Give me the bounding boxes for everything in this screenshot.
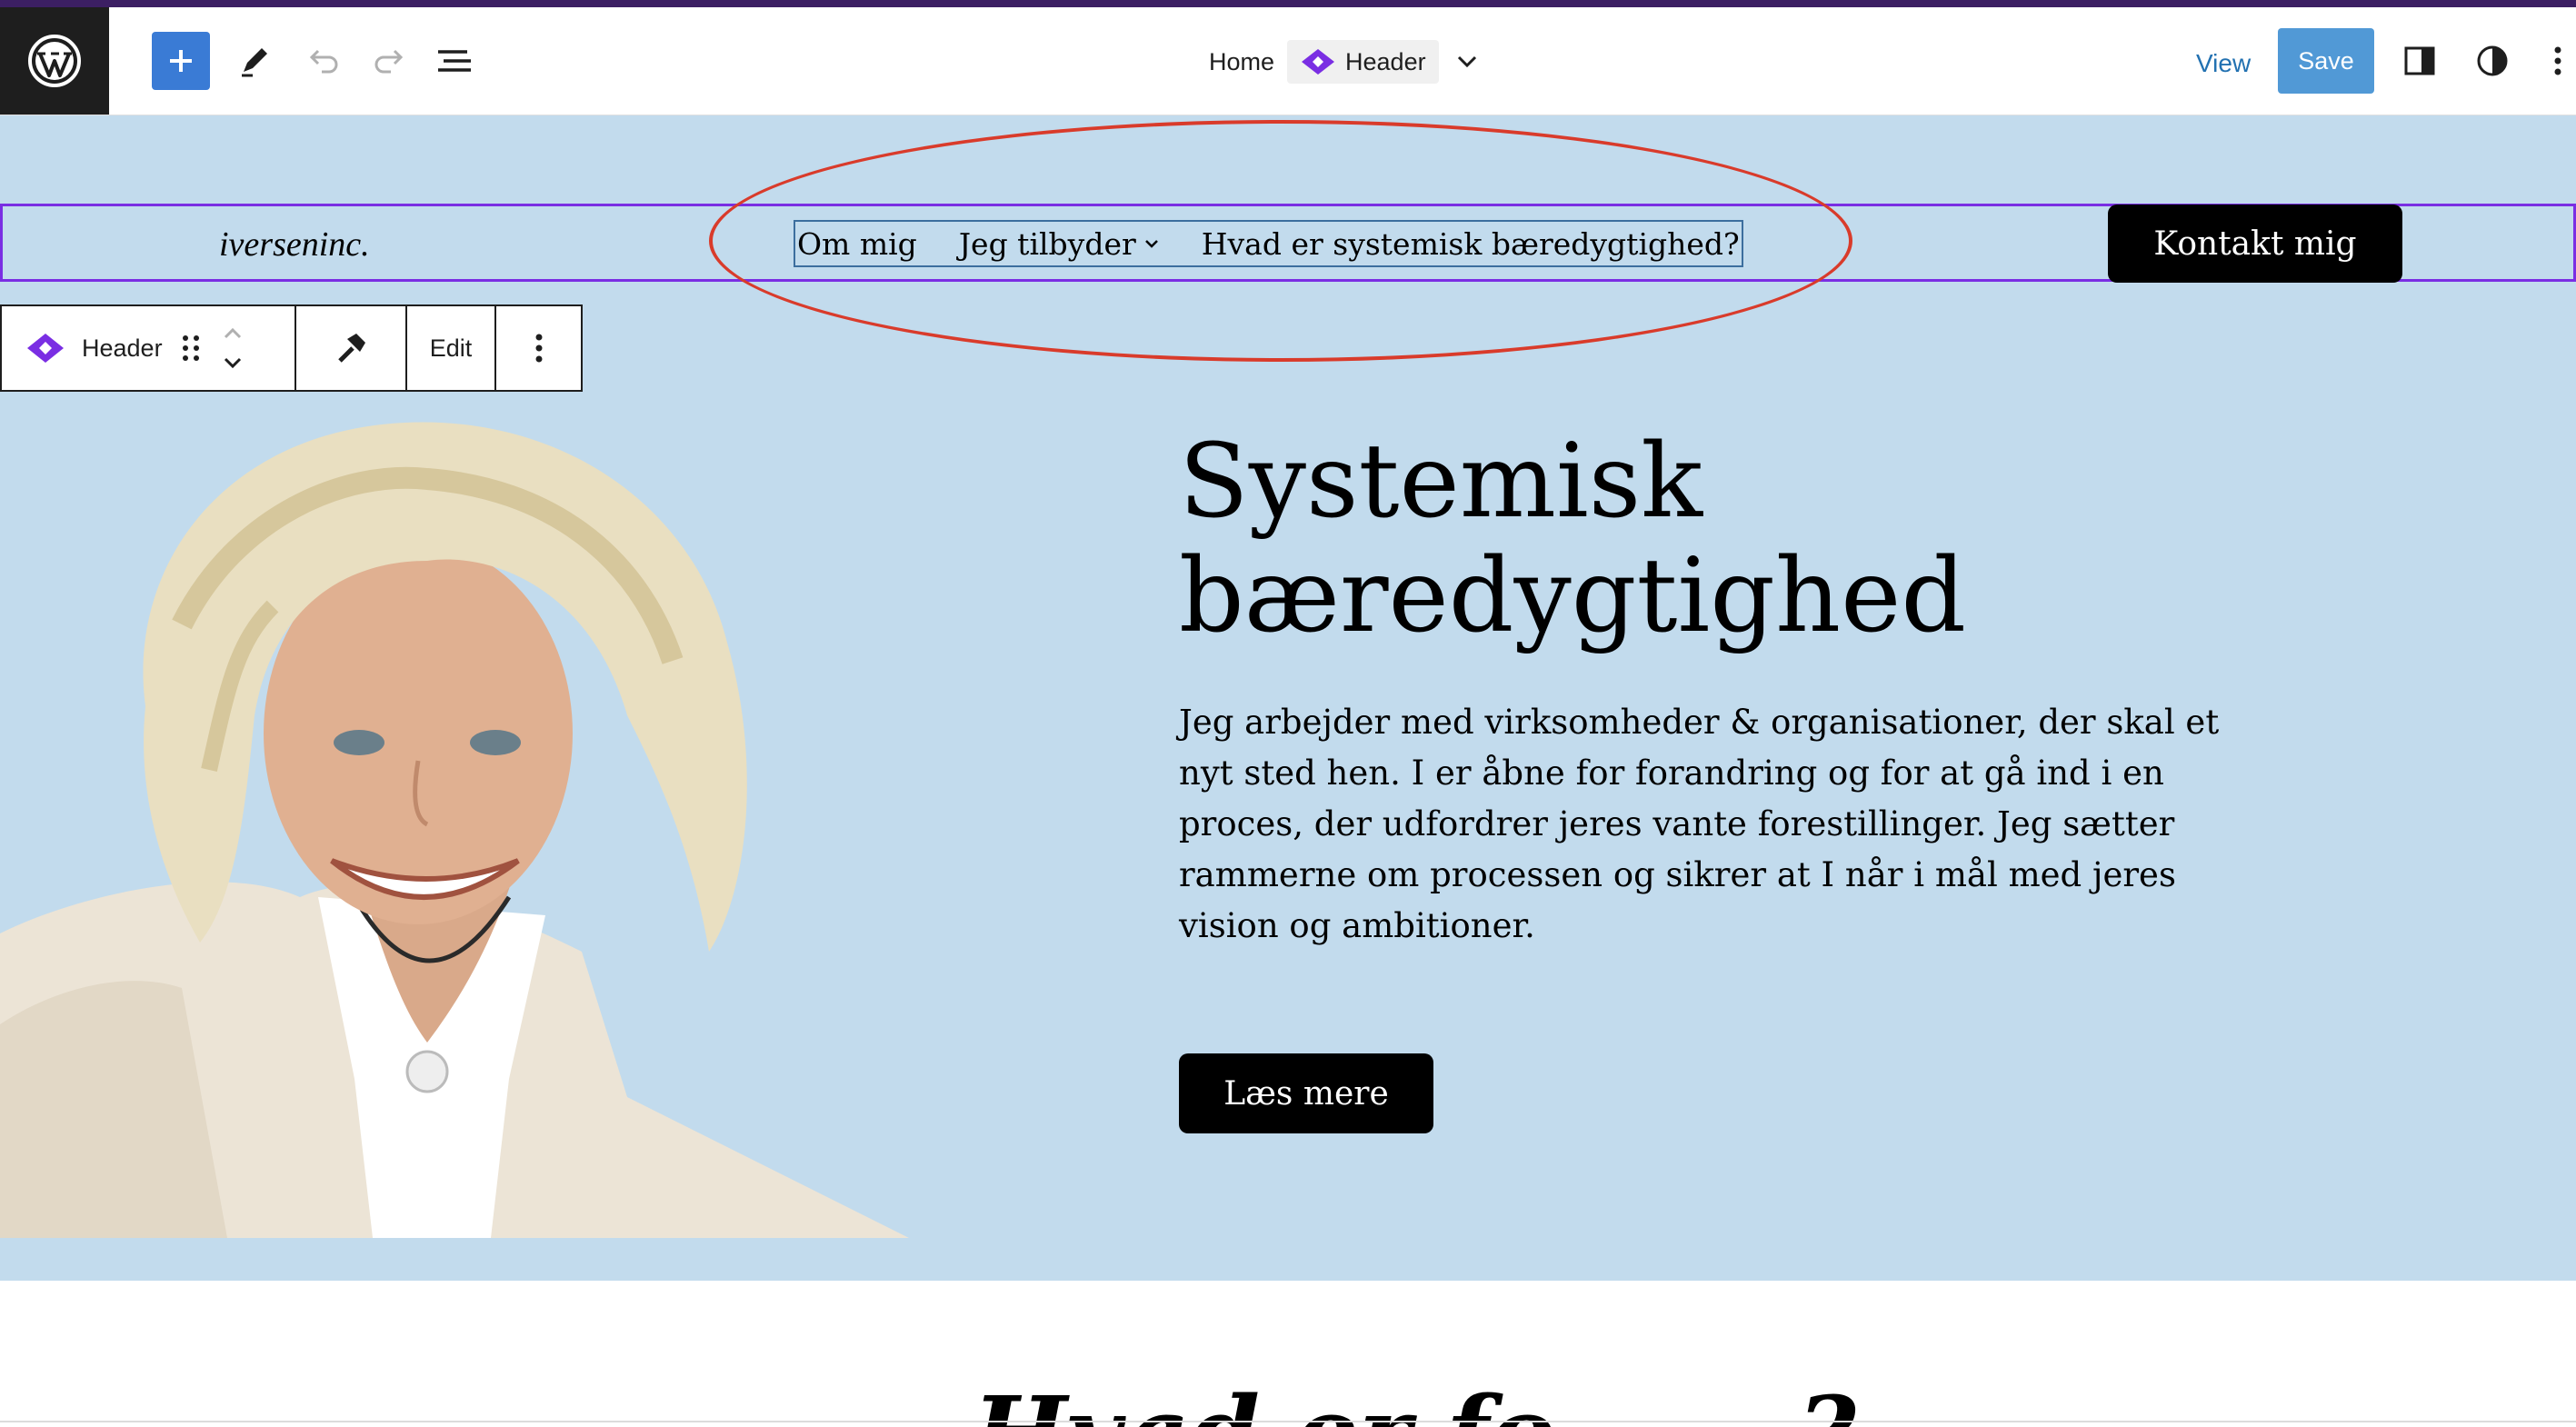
view-link[interactable]: View (2196, 49, 2251, 78)
styles-button[interactable] (2463, 32, 2521, 90)
template-part-icon (27, 334, 64, 363)
nav-item-label: Hvad er systemisk bæredygtighed? (1201, 225, 1740, 262)
edit-label: Edit (429, 334, 473, 362)
redo-icon (374, 49, 404, 74)
block-switcher[interactable]: Header (2, 306, 296, 390)
undo-icon (309, 49, 338, 74)
block-tool-button[interactable] (296, 306, 407, 390)
edit-button[interactable]: Edit (407, 306, 496, 390)
drag-handle-icon[interactable] (179, 332, 203, 364)
navigation-block[interactable]: Om mig Jeg tilbyder Hvad er systemisk bæ… (794, 220, 1743, 267)
nav-item-label: Om mig (797, 225, 917, 262)
settings-sidebar-button[interactable] (2391, 32, 2449, 90)
tools-button[interactable] (225, 32, 284, 90)
hero-section: iverseninc. Om mig Jeg tilbyder Hvad er … (0, 115, 2576, 1281)
pencil-icon (242, 48, 267, 77)
hero-title-line-1: Systemisk (1179, 423, 1703, 541)
hero-title-line-2: bæredygtighed (1179, 537, 1967, 655)
more-vertical-icon (535, 334, 542, 363)
editor-toolbar: Home Header View Save (0, 7, 2576, 115)
add-block-button[interactable] (152, 32, 210, 90)
divider (0, 1421, 2576, 1422)
block-options-button[interactable] (496, 306, 581, 390)
portrait-photo (0, 422, 909, 1238)
options-button[interactable] (2540, 32, 2576, 90)
breadcrumb-template-label: Header (1345, 47, 1426, 75)
more-vertical-icon (2554, 46, 2561, 75)
read-more-button[interactable]: Læs mere (1179, 1053, 1433, 1133)
move-up-down-icon[interactable] (219, 321, 246, 375)
breadcrumb-home[interactable]: Home (1209, 48, 1274, 76)
submenu-chevron-icon (1144, 240, 1158, 248)
plus-icon (170, 50, 192, 72)
nav-item-systemisk[interactable]: Hvad er systemisk bæredygtighed? (1202, 226, 1740, 262)
contact-button[interactable]: Kontakt mig (2108, 205, 2402, 283)
list-view-button[interactable] (425, 32, 484, 90)
template-part-icon (1302, 49, 1335, 75)
contrast-icon (2477, 45, 2508, 76)
editor-canvas[interactable]: iverseninc. Om mig Jeg tilbyder Hvad er … (0, 115, 2576, 1427)
site-header-block[interactable]: iverseninc. Om mig Jeg tilbyder Hvad er … (0, 204, 2576, 283)
hero-paragraph[interactable]: Jeg arbejder med virksomheder & organisa… (1179, 697, 2270, 952)
nav-item-label: Jeg tilbyder (958, 225, 1136, 262)
save-button[interactable]: Save (2278, 28, 2374, 94)
redo-button[interactable] (360, 32, 418, 90)
sidebar-icon (2404, 46, 2435, 75)
nav-item-om-mig[interactable]: Om mig (797, 226, 917, 262)
breadcrumb-template[interactable]: Header (1287, 40, 1439, 84)
wordpress-icon (28, 35, 81, 87)
block-type-label: Header (82, 334, 163, 362)
hammer-icon (338, 334, 365, 363)
site-title[interactable]: iverseninc. (219, 225, 370, 264)
list-view-icon (438, 50, 471, 72)
chevron-down-icon[interactable] (1452, 46, 1483, 77)
wordpress-logo-button[interactable] (0, 7, 109, 115)
block-toolbar: Header Edit (0, 304, 583, 392)
document-breadcrumb[interactable]: Home Header (1209, 35, 1483, 89)
undo-button[interactable] (295, 32, 353, 90)
hero-title[interactable]: Systemisk bæredygtighed (1179, 424, 2270, 654)
nav-item-jeg-tilbyder[interactable]: Jeg tilbyder (959, 226, 1160, 262)
admin-accent-line (0, 0, 2576, 7)
